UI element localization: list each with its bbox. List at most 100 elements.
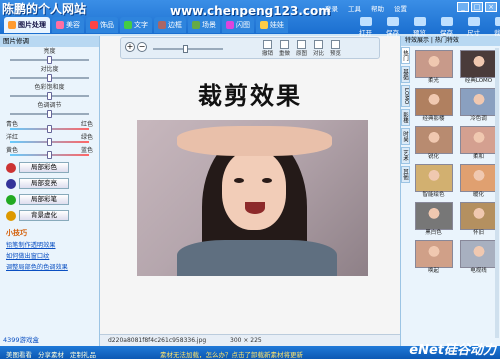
tool-button-4[interactable]: 背景虚化 (19, 210, 69, 221)
tab-label: 美容 (66, 21, 80, 29)
effect-thumb[interactable]: 暖化 (458, 164, 499, 199)
effects-scrollbar[interactable] (495, 48, 499, 338)
tool-icon (6, 194, 16, 205)
effect-preview (459, 50, 498, 78)
slider-label: 色彩饱和度 (34, 84, 65, 91)
maximize-button[interactable]: □ (471, 2, 483, 12)
effect-thumb[interactable]: 黑白色 (413, 202, 454, 237)
effect-category-tab[interactable]: 热门 (401, 47, 410, 64)
slider-knob[interactable] (47, 92, 52, 100)
adjust-slider[interactable]: 亮度 (6, 48, 93, 65)
tab-label: 文字 (134, 21, 148, 29)
action-button-5[interactable]: 尺寸 (463, 17, 484, 37)
effect-thumb[interactable]: 电视线 (458, 240, 499, 275)
action-button-3[interactable]: 预览 (409, 17, 430, 37)
zoom-slider[interactable] (153, 45, 223, 53)
footer-item-2[interactable]: 分享素材 (38, 349, 64, 359)
effect-preview (459, 164, 498, 192)
color-balance-slider[interactable]: 青色 红色 (6, 119, 93, 133)
footer-message[interactable]: 素材无法加载，怎么办？点击了卸载新素材将更新 (160, 349, 303, 359)
action-button-6[interactable]: 裁剪 (490, 17, 500, 37)
minimize-button[interactable]: _ (457, 2, 469, 12)
menu-help[interactable]: 帮助 (371, 3, 384, 13)
color-balance-slider[interactable]: 黄色 蓝色 (6, 145, 93, 159)
effect-category-tab[interactable]: 影楼 (401, 109, 410, 127)
zoom-out-icon[interactable]: − (137, 42, 147, 52)
toolbar-tool-1[interactable]: 撤销 (261, 39, 274, 57)
tool-row: 背景虚化 (6, 209, 93, 222)
tool-button-3[interactable]: 局部彩笔 (19, 194, 69, 205)
action-button-4[interactable]: 保存 (436, 17, 457, 37)
tool-button-2[interactable]: 局部变亮 (19, 178, 69, 189)
canvas-title: 裁剪效果 (198, 82, 302, 110)
slider-knob[interactable] (47, 74, 52, 82)
effect-category-tab[interactable]: LOMO (401, 85, 410, 108)
adjust-slider[interactable]: 对比度 (6, 66, 93, 83)
effect-thumb[interactable]: 柔光 (413, 50, 454, 85)
tab-label: 闪图 (236, 21, 250, 29)
tab-7[interactable]: 闪图 (222, 17, 254, 33)
effect-category-tab[interactable]: 基础 (401, 66, 410, 83)
zoom-in-icon[interactable]: + (125, 42, 135, 52)
menu-tools[interactable]: 工具 (348, 3, 361, 13)
effect-preview (414, 240, 453, 268)
action-button-2[interactable]: 保存 (382, 17, 403, 37)
effect-thumb[interactable]: 怀旧 (458, 202, 499, 237)
effect-category-tab[interactable]: 艺术 (401, 147, 410, 165)
tip-link[interactable]: 铅笔制作透明效果 (6, 240, 93, 249)
tab-icon (124, 21, 132, 29)
tab-3[interactable]: 饰品 (86, 17, 118, 33)
action-icon (467, 17, 480, 26)
effect-thumb[interactable]: 唤起 (413, 240, 454, 275)
tool-label: 原图 (295, 51, 307, 57)
tab-8[interactable]: 娃娃 (256, 17, 288, 33)
effect-preview (414, 88, 453, 116)
color-right-label: 绿色 (80, 134, 93, 141)
footer-item-1[interactable]: 美图看看 (6, 349, 32, 359)
tab-label: 娃娃 (270, 21, 284, 29)
tab-6[interactable]: 场景 (188, 17, 220, 33)
tool-button-1[interactable]: 局部彩色 (19, 162, 69, 173)
toolbar-tool-3[interactable]: 原图 (295, 39, 308, 57)
tab-label: 饰品 (100, 21, 114, 29)
slider-knob[interactable] (47, 151, 52, 159)
action-buttons: 打开保存预览保存尺寸裁剪 (355, 17, 500, 37)
slider-knob[interactable] (47, 56, 52, 64)
tab-icon (226, 21, 234, 29)
menu-login[interactable]: 登录 (325, 3, 338, 13)
tool-icon (331, 40, 340, 49)
toolbar-tool-5[interactable]: 预览 (329, 39, 342, 57)
color-balance-slider[interactable]: 洋红 绿色 (6, 132, 93, 146)
status-bar: d220a8081f8f4c261c958336.jpg 300 × 225 (100, 334, 400, 346)
effect-caption: 经典影楼 (422, 116, 445, 122)
effect-thumb[interactable]: 冷色调 (458, 88, 499, 123)
tip-link[interactable]: 如何做出窗口纹 (6, 251, 93, 260)
effect-preview (459, 88, 498, 116)
photo-mouth (245, 202, 265, 214)
effect-category-tab[interactable]: 其他 (401, 166, 410, 184)
menu-settings[interactable]: 设置 (394, 3, 407, 13)
adjust-slider[interactable]: 色彩饱和度 (6, 84, 93, 101)
effect-thumb[interactable]: 智能绘色 (413, 164, 454, 199)
tool-icon (297, 40, 306, 49)
adjust-slider[interactable]: 色调调节 (6, 102, 93, 119)
action-button-1[interactable]: 打开 (355, 17, 376, 37)
tab-4[interactable]: 文字 (120, 17, 152, 33)
effect-thumb[interactable]: 锐化 (413, 126, 454, 161)
footer-item-3[interactable]: 定制礼品 (70, 349, 96, 359)
effect-thumb[interactable]: 经典影楼 (413, 88, 454, 123)
tip-link[interactable]: 调整局部色的色调效果 (6, 262, 93, 271)
tab-2[interactable]: 美容 (52, 17, 84, 33)
effect-category-tab[interactable]: 时尚 (401, 128, 410, 146)
effect-thumb[interactable]: 柔和 (458, 126, 499, 161)
toolbar-tool-4[interactable]: 对比 (312, 39, 325, 57)
zoom-knob[interactable] (183, 45, 188, 53)
photo-canvas[interactable] (137, 120, 368, 276)
game-box-link[interactable]: 4399游戏盒 (3, 334, 39, 344)
close-button[interactable]: × (485, 2, 497, 12)
slider-knob[interactable] (47, 110, 52, 118)
tab-1[interactable]: 图片处理 (4, 17, 50, 33)
toolbar-tool-2[interactable]: 重做 (278, 39, 291, 57)
tab-5[interactable]: 边框 (154, 17, 186, 33)
effect-thumb[interactable]: 经典LOMO (458, 50, 499, 85)
